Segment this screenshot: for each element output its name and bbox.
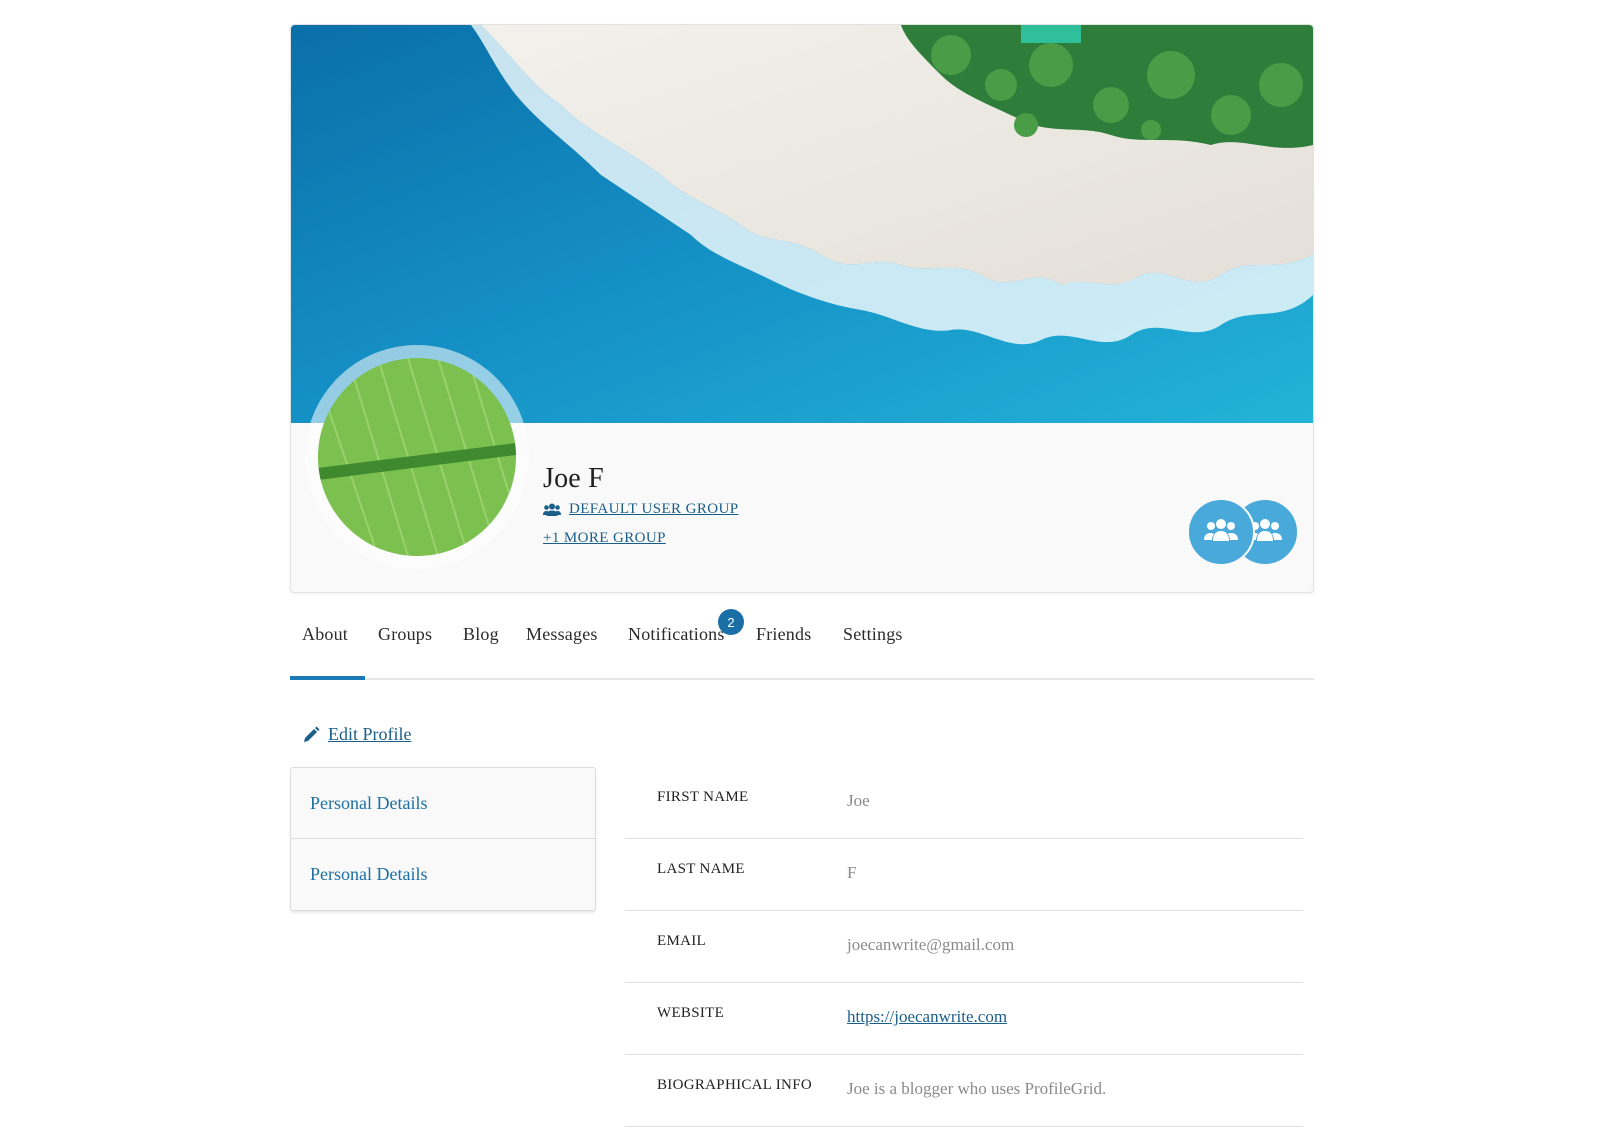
field-label: LAST NAME — [657, 861, 745, 877]
section-nav: Personal Details Personal Details — [290, 767, 596, 911]
profile-tabs: About Groups Blog Messages Notifications… — [290, 602, 1314, 680]
field-label: WEBSITE — [657, 1005, 725, 1021]
tab-blog[interactable]: Blog — [463, 624, 499, 645]
tab-about[interactable]: About — [302, 624, 348, 645]
notifications-count-badge: 2 — [718, 609, 744, 635]
website-link[interactable]: https://joecanwrite.com — [847, 1007, 1007, 1027]
primary-group-row[interactable]: DEFAULT USER GROUP — [543, 501, 738, 518]
field-label: EMAIL — [657, 933, 706, 949]
field-value: Joe — [847, 791, 870, 810]
detail-row-website: WEBSITE https://joecanwrite.com — [625, 983, 1303, 1055]
field-value: Joe is a blogger who uses ProfileGrid. — [847, 1079, 1107, 1098]
section-item-personal-details[interactable]: Personal Details — [291, 768, 595, 839]
more-groups-link[interactable]: +1 MORE GROUP — [543, 530, 666, 547]
profile-card: Joe F DEFAULT USER GROUP +1 MORE GROUP — [290, 24, 1314, 593]
users-icon — [543, 503, 561, 517]
avatar[interactable] — [318, 358, 516, 556]
detail-row-first-name: FIRST NAME Joe — [625, 767, 1303, 839]
active-tab-indicator — [290, 676, 365, 680]
tab-groups[interactable]: Groups — [378, 624, 432, 645]
pencil-icon — [302, 726, 320, 744]
edit-profile[interactable]: Edit Profile — [302, 724, 412, 745]
section-item-personal-details[interactable]: Personal Details — [291, 839, 595, 910]
profile-details: FIRST NAME Joe LAST NAME F EMAIL joecanw… — [625, 767, 1303, 1127]
field-label: FIRST NAME — [657, 789, 749, 805]
tab-friends[interactable]: Friends — [756, 624, 811, 645]
edit-profile-link[interactable]: Edit Profile — [328, 724, 412, 745]
primary-group-link[interactable]: DEFAULT USER GROUP — [569, 501, 738, 518]
tab-settings[interactable]: Settings — [843, 624, 903, 645]
field-value: joecanwrite@gmail.com — [847, 935, 1015, 954]
group-badge-1[interactable] — [1187, 498, 1255, 566]
detail-row-last-name: LAST NAME F — [625, 839, 1303, 911]
user-name: Joe F — [543, 463, 604, 494]
tab-notifications[interactable]: Notifications — [628, 624, 725, 645]
detail-row-biographical-info: BIOGRAPHICAL INFO Joe is a blogger who u… — [625, 1055, 1303, 1127]
group-icon — [1203, 517, 1239, 548]
detail-row-email: EMAIL joecanwrite@gmail.com — [625, 911, 1303, 983]
group-badges — [1187, 498, 1299, 566]
tab-messages[interactable]: Messages — [526, 624, 598, 645]
field-value: F — [847, 863, 857, 882]
field-label: BIOGRAPHICAL INFO — [657, 1077, 812, 1093]
